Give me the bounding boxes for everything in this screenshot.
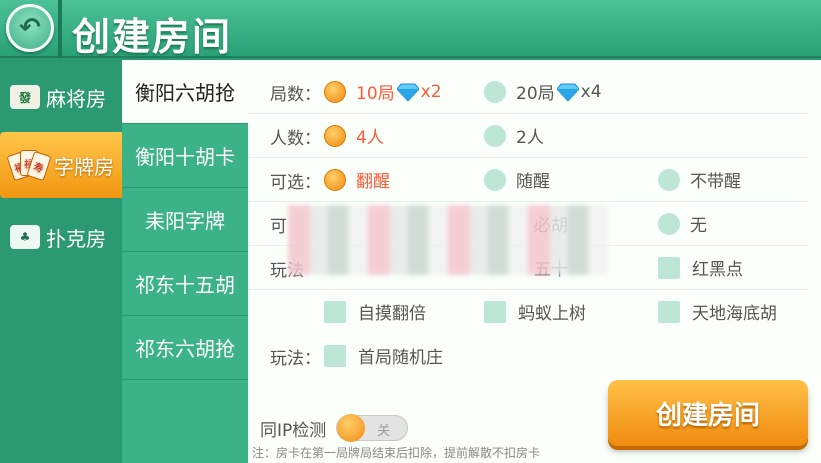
game-item-leiyang-zipai[interactable]: 耒阳字牌	[122, 188, 248, 252]
radio-icon	[658, 212, 680, 235]
room-tab-mahjong[interactable]: 發 麻将房	[0, 66, 122, 128]
game-item-hengyang-liuhuqiang[interactable]: 衡阳六胡抢	[122, 60, 248, 124]
room-type-sidebar: 發 麻将房 福 禄 寿 字牌房 ♣ 扑克房	[0, 60, 122, 463]
page-title: 创建房间	[72, 15, 233, 59]
room-tab-label: 字牌房	[54, 154, 114, 179]
room-tab-label: 麻将房	[46, 86, 106, 111]
header-bar: ↶ 创建房间	[0, 0, 821, 59]
checkbox-icon	[484, 300, 506, 323]
options-panel: 局数： 10局 x2 20局 x4 人数： 4人 2人 可选： 翻醒 随醒 不带…	[248, 60, 821, 463]
radio-selected-icon	[324, 80, 346, 103]
optional-label: 可选：	[270, 173, 321, 193]
rounds-label: 局数：	[270, 85, 321, 105]
header-divider	[58, 0, 62, 58]
players-row: 人数： 4人 2人	[248, 114, 808, 158]
game-item-qidong-liuhuqiang[interactable]: 祁东六胡抢	[122, 316, 248, 380]
hu-label: 可	[270, 217, 287, 237]
blurred-region	[288, 205, 608, 275]
toggle-state-label: 关	[377, 424, 391, 439]
poker-card-icon: ♣	[10, 225, 40, 249]
hu-option-none[interactable]: 无	[658, 211, 707, 236]
room-tab-label: 扑克房	[46, 226, 106, 251]
diamond-icon	[556, 83, 579, 101]
play-option-hongheidian[interactable]: 红黑点	[658, 255, 743, 280]
play-option-shoujusuijizhuang[interactable]: 首局随机庄	[324, 343, 443, 368]
play-label-2: 玩法：	[270, 349, 321, 369]
rounds-option-10[interactable]: 10局 x2	[324, 79, 442, 104]
rounds-row: 局数： 10局 x2 20局 x4	[248, 70, 808, 114]
radio-icon	[484, 124, 506, 147]
checkbox-icon	[658, 300, 680, 323]
ip-check-row: 同IP检测 关	[260, 414, 409, 442]
optional-option-fanxing[interactable]: 翻醒	[324, 167, 390, 192]
toggle-knob	[337, 414, 366, 442]
optional-option-suixing[interactable]: 随醒	[484, 167, 550, 192]
diamond-icon	[396, 83, 419, 101]
game-list: 衡阳六胡抢 衡阳十胡卡 耒阳字牌 祁东十五胡 祁东六胡抢	[122, 60, 248, 463]
radio-selected-icon	[324, 124, 346, 147]
play-row-3: 玩法： 首局随机庄	[248, 334, 808, 378]
players-option-4[interactable]: 4人	[324, 123, 384, 148]
radio-selected-icon	[324, 168, 346, 191]
back-arrow-icon: ↶	[19, 13, 41, 43]
play-option-mayishangshu[interactable]: 蚂蚁上树	[484, 299, 586, 324]
radio-icon	[484, 80, 506, 103]
radio-icon	[484, 168, 506, 191]
game-item-hengyang-shihuka[interactable]: 衡阳十胡卡	[122, 124, 248, 188]
optional-row: 可选： 翻醒 随醒 不带醒	[248, 158, 808, 202]
room-card-note: 注：房卡在第一局牌局结束后扣除，提前解散不扣房卡	[252, 446, 541, 460]
game-item-qidong-shiwuhu[interactable]: 祁东十五胡	[122, 252, 248, 316]
checkbox-icon	[324, 300, 346, 323]
back-button[interactable]: ↶	[6, 4, 54, 52]
checkbox-icon	[658, 256, 680, 279]
optional-option-none[interactable]: 不带醒	[658, 167, 741, 192]
rounds-option-20[interactable]: 20局 x4	[484, 79, 602, 104]
players-label: 人数：	[270, 129, 321, 149]
play-option-zimofanbei[interactable]: 自摸翻倍	[324, 299, 426, 324]
card-fan-icon: 福 禄 寿	[6, 149, 52, 182]
ip-check-label: 同IP检测	[260, 420, 327, 441]
players-option-2[interactable]: 2人	[484, 123, 544, 148]
room-tab-zipai[interactable]: 福 禄 寿 字牌房	[0, 132, 122, 198]
mahjong-tile-icon: 發	[10, 85, 40, 109]
room-tab-poker[interactable]: ♣ 扑克房	[0, 206, 122, 268]
play-row-2: 自摸翻倍 蚂蚁上树 天地海底胡	[248, 290, 808, 334]
checkbox-icon	[324, 344, 346, 367]
radio-icon	[658, 168, 680, 191]
ip-check-toggle[interactable]: 关	[336, 414, 409, 442]
play-option-tiandihaidihu[interactable]: 天地海底胡	[658, 299, 777, 324]
create-room-button[interactable]: 创建房间	[608, 380, 808, 446]
